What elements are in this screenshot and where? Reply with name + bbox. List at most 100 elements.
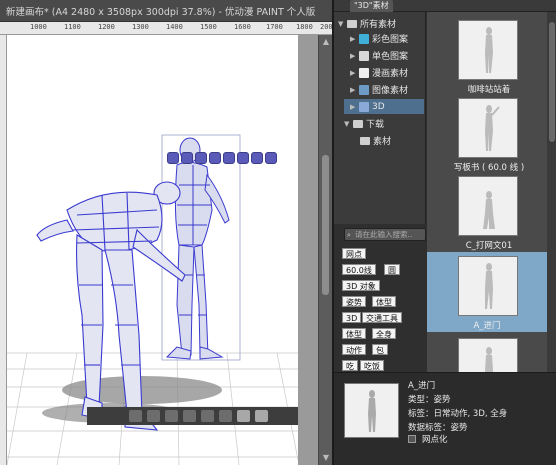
tree-item-download[interactable]: ▼ 下载 (344, 116, 384, 131)
collapse-arrow-icon[interactable]: ▶ (350, 52, 356, 60)
material-name: A_进门 (408, 381, 436, 391)
material-detail: A_进门 类型：姿势 标签：日常动作, 3D, 全身 数据标签：姿势 网点化 (334, 372, 556, 465)
body-shape-icon[interactable] (147, 410, 160, 422)
object-move-icon[interactable] (209, 152, 221, 164)
ruler-tick: 1200 (98, 23, 115, 31)
material-item[interactable]: 咖啡站站着 (439, 20, 539, 95)
tag-chip[interactable]: 吃饭 (360, 360, 384, 371)
tree-item-label: 3D (372, 101, 385, 112)
ruler-tick: 1300 (132, 23, 149, 31)
material-thumbnail (458, 256, 518, 316)
tag-chip[interactable]: 吃 (342, 360, 358, 371)
3d-scene[interactable] (7, 35, 314, 465)
horizontal-ruler: 1000 1100 1200 1300 1400 1500 1600 1700 … (0, 22, 332, 35)
material-caption: 写板书 ( 60.0 线 ) (453, 163, 525, 173)
ruler-tick: 1600 (234, 23, 251, 31)
camera-icon[interactable] (237, 410, 250, 422)
camera-rotate-icon[interactable] (167, 152, 179, 164)
tag-chip[interactable]: 体型 (342, 328, 366, 339)
camera-zoom-icon[interactable] (195, 152, 207, 164)
material-item-selected[interactable]: A_进门 (427, 252, 547, 332)
scrollbar-thumb[interactable] (322, 155, 329, 295)
object-rotate-z-icon[interactable] (237, 152, 249, 164)
expand-arrow-icon[interactable]: ▼ (338, 20, 344, 28)
tag-chip[interactable]: 交通工具 (362, 312, 402, 323)
search-icon: ⌕ (347, 231, 351, 239)
collapse-arrow-icon[interactable]: ▶ (350, 35, 356, 43)
snap-to-ground-icon[interactable] (265, 152, 277, 164)
panel-tab-bar: "3D"素材 (334, 0, 556, 12)
material-tree: ▼ 所有素材 ▶ 彩色图案 ▶ 单色图案 ▶ 漫画素材 ▶ 图像素材 ▶ 3D (334, 12, 426, 224)
window-title: 新建画布* (A4 2480 x 3508px 300dpi 37.8%) - … (6, 7, 316, 18)
tree-item-3d[interactable]: ▶ 3D (344, 99, 424, 114)
window-title-bar: 新建画布* (A4 2480 x 3508px 300dpi 37.8%) - … (0, 0, 332, 22)
material-caption: 咖啡站站着 (467, 85, 511, 95)
material-type: 类型：姿势 (408, 395, 451, 405)
material-item[interactable]: 写板书 ( 60.0 线 ) (439, 98, 539, 173)
collapse-arrow-icon[interactable]: ▶ (350, 69, 356, 77)
3d-material-icon (359, 101, 369, 112)
material-thumbnail (458, 338, 518, 372)
material-data-tags: 数据标签：姿势 (408, 423, 468, 433)
settings-icon[interactable] (255, 410, 268, 422)
tree-item-all-materials[interactable]: ▼ 所有素材 (338, 16, 396, 31)
material-item[interactable]: C_打网文01 (439, 176, 539, 251)
scrollbar-thumb[interactable] (549, 22, 555, 142)
canvas-vertical-scrollbar[interactable]: ▲ ▼ (318, 35, 332, 465)
tab-3d-material[interactable]: "3D"素材 (350, 0, 393, 12)
angle-icon[interactable] (183, 410, 196, 422)
tag-chip[interactable]: 60.0线 (342, 264, 376, 275)
material-thumbnail-list: 咖啡站站着 写板书 ( 60.0 线 ) C_打网文01 A_进门 (427, 12, 547, 372)
reset-icon[interactable] (201, 410, 214, 422)
tree-item-material[interactable]: 素材 (360, 133, 391, 148)
camera-pan-icon[interactable] (181, 152, 193, 164)
tree-item-image[interactable]: ▶ 图像素材 (350, 82, 408, 97)
tag-search-input[interactable]: ⌕ 请在此输入搜索.. (344, 228, 426, 241)
tag-chip[interactable]: 全身 (372, 328, 396, 339)
drawing-canvas[interactable] (7, 35, 314, 465)
tag-chip[interactable]: 3D 对象 (342, 280, 380, 291)
tag-chip[interactable]: 包 (372, 344, 388, 355)
color-pattern-icon (359, 33, 369, 44)
tree-item-label: 素材 (373, 137, 392, 147)
collapse-arrow-icon[interactable]: ▶ (350, 86, 356, 94)
ruler-tick: 2000 (320, 23, 332, 31)
tag-chip[interactable]: 姿势 (342, 296, 366, 307)
tag-chip[interactable]: 3D (342, 312, 362, 323)
search-placeholder: 请在此输入搜索.. (355, 230, 413, 239)
object-scale-icon[interactable] (251, 152, 263, 164)
tree-item-manga[interactable]: ▶ 漫画素材 (350, 65, 408, 80)
tag-chip[interactable]: 体型 (372, 296, 396, 307)
tree-item-mono-pattern[interactable]: ▶ 单色图案 (350, 48, 408, 63)
material-caption: A_进门 (473, 321, 501, 331)
scroll-down-icon[interactable]: ▼ (321, 453, 331, 463)
ruler-tick: 1100 (64, 23, 81, 31)
canvas-outside-area (298, 35, 318, 465)
expand-arrow-icon[interactable]: ▼ (344, 120, 350, 128)
tag-list: 网点 60.0线 圆 3D 对象 姿势 体型 3D 交通工具 体型 全身 动作 … (338, 244, 426, 374)
manga-material-icon (359, 67, 369, 78)
ruler-tick: 1000 (30, 23, 47, 31)
object-rotate-icon[interactable] (223, 152, 235, 164)
pose-thumbnail (483, 191, 495, 229)
material-preview-image (344, 383, 399, 438)
material-item[interactable] (439, 338, 539, 372)
hand-icon[interactable] (165, 410, 178, 422)
tag-chip[interactable]: 圆 (384, 264, 400, 275)
tag-chip[interactable]: 网点 (342, 248, 366, 259)
scroll-up-icon[interactable]: ▲ (321, 37, 331, 47)
pose-thumbnail (485, 105, 500, 151)
tree-item-color-pattern[interactable]: ▶ 彩色图案 (350, 31, 408, 46)
material-thumbnail (458, 98, 518, 158)
thumbnail-scrollbar[interactable] (547, 12, 556, 372)
pose-thumbnail (485, 263, 493, 309)
collapse-arrow-icon[interactable]: ▶ (350, 103, 356, 111)
material-thumbnail (458, 176, 518, 236)
folder-icon (353, 119, 363, 128)
tag-chip[interactable]: 动作 (342, 344, 366, 355)
pose-preview (368, 390, 376, 432)
pose-icon[interactable] (129, 410, 142, 422)
lock-icon[interactable] (219, 410, 232, 422)
tone-checkbox[interactable] (408, 435, 416, 443)
tree-item-label: 下载 (366, 120, 385, 130)
